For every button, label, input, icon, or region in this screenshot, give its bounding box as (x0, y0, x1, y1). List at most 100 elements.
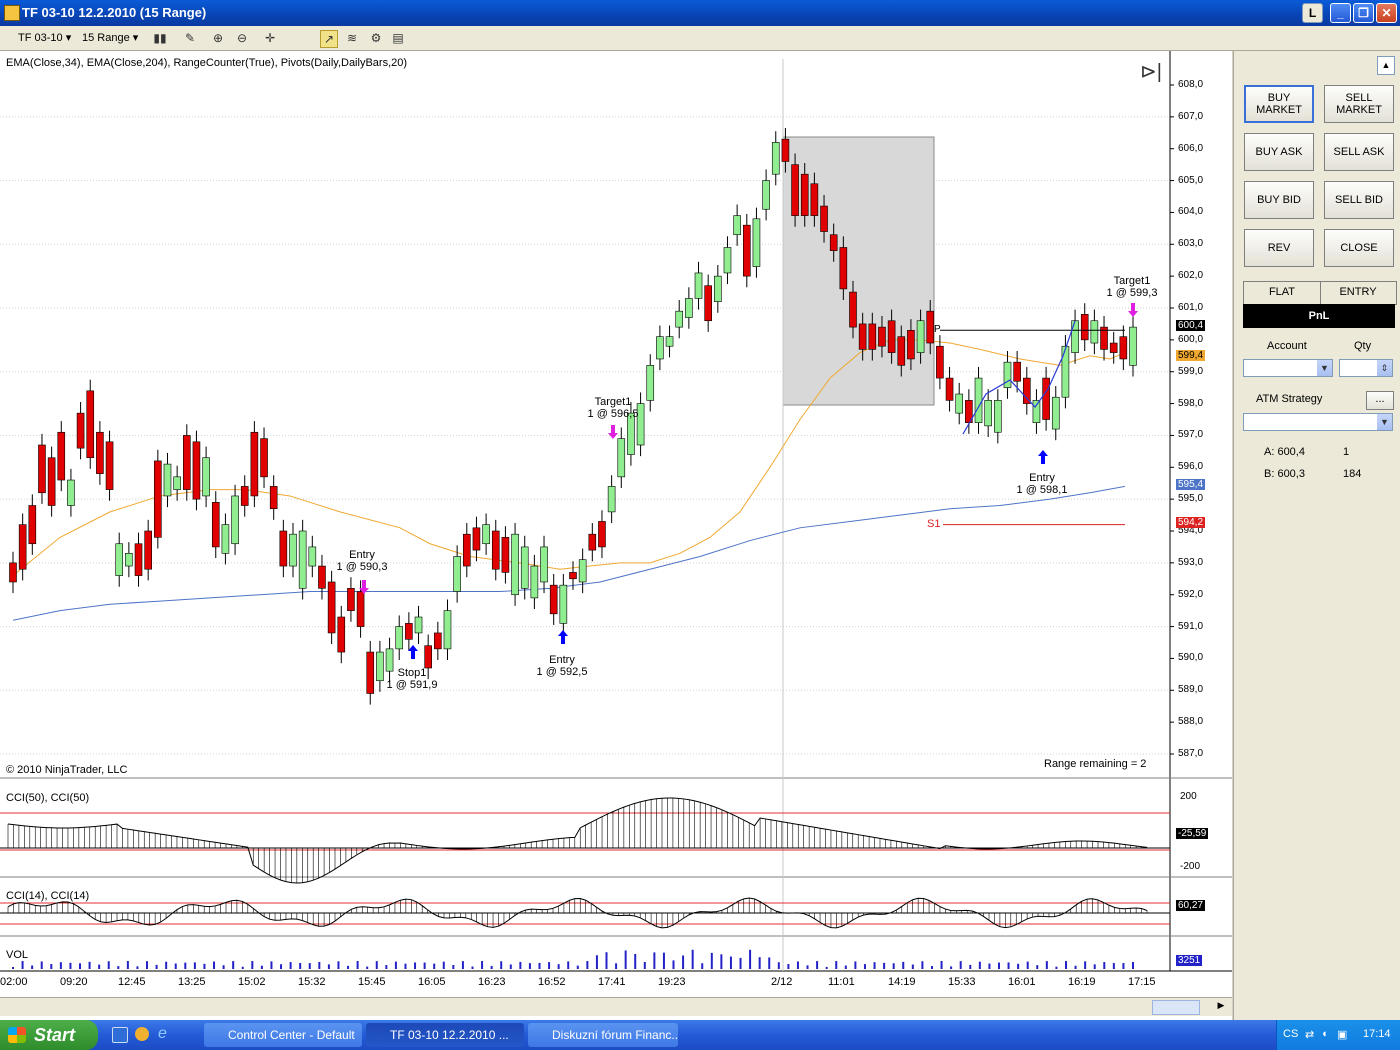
browser-icon[interactable] (135, 1027, 149, 1041)
properties-icon[interactable]: ⚙ (368, 30, 384, 46)
scroll-right-icon[interactable]: ▶ (1214, 1000, 1228, 1013)
chevron-down-icon: ▼ (1317, 360, 1332, 376)
candle (308, 546, 317, 567)
candle (472, 527, 481, 551)
time-label: 12:45 (118, 976, 146, 988)
sell-market-button[interactable]: SELL MARKET (1324, 85, 1394, 123)
buy-ask-button[interactable]: BUY ASK (1244, 133, 1314, 171)
close-icon[interactable]: ✕ (1376, 3, 1397, 23)
network-icon[interactable]: ⇄ (1305, 1028, 1314, 1041)
chart-area[interactable]: EMA(Close,34), EMA(Close,204), RangeCoun… (0, 51, 1232, 1020)
candle (376, 651, 384, 682)
range-remaining: Range remaining = 2 (1044, 758, 1147, 770)
start-button[interactable]: Start (0, 1020, 98, 1050)
candle (347, 588, 355, 611)
buy-bid-button[interactable]: BUY BID (1244, 181, 1314, 219)
pivot-s1-label: S1 (927, 518, 941, 530)
candle (945, 377, 954, 401)
buy-market-button[interactable]: BUY MARKET (1244, 85, 1314, 123)
price-label: 600,0 (1178, 333, 1204, 345)
price-label: 593,0 (1178, 556, 1204, 568)
candle (1051, 396, 1060, 430)
data-box-icon[interactable]: ▤ (390, 30, 406, 46)
candle (327, 581, 336, 634)
panel-collapse-icon[interactable]: ▲ (1377, 56, 1395, 75)
cci1-tick-200: 200 (1180, 791, 1197, 802)
candle (955, 393, 964, 414)
minimize-icon[interactable]: _ (1330, 3, 1351, 23)
atm-options-button[interactable]: ... (1366, 391, 1394, 410)
restore-icon[interactable]: ❐ (1353, 3, 1374, 23)
candle (240, 486, 249, 506)
app-tray-icon[interactable]: ▣ (1337, 1028, 1347, 1041)
candle (665, 336, 674, 347)
chart-style-icon[interactable]: ▮▮ (152, 30, 168, 46)
atm-strategy-select[interactable]: ▼ (1243, 413, 1393, 431)
candle (192, 441, 201, 500)
candle (453, 556, 461, 592)
candle (96, 431, 104, 474)
indicators-label: EMA(Close,34), EMA(Close,204), RangeCoun… (6, 57, 408, 69)
candle (714, 275, 722, 302)
sell-bid-button[interactable]: SELL BID (1324, 181, 1394, 219)
crosshair-icon[interactable]: ✛ (262, 30, 278, 46)
price-chart[interactable] (0, 51, 1232, 1020)
task-forum[interactable]: Diskuzní fórum Financ... (528, 1023, 678, 1047)
drawing-tool-icon[interactable]: ✎ (182, 30, 198, 46)
sell-ask-button[interactable]: SELL ASK (1324, 133, 1394, 171)
candle (549, 584, 558, 615)
qty-stepper[interactable]: ⇕ (1339, 359, 1393, 377)
candle (984, 400, 992, 427)
link-button[interactable]: L (1302, 3, 1323, 23)
horizontal-scrollbar[interactable]: ▶ (0, 997, 1232, 1016)
language-indicator[interactable]: CS (1283, 1028, 1298, 1040)
rev-button[interactable]: REV (1244, 229, 1314, 267)
candle (1080, 314, 1089, 341)
close-position-button[interactable]: CLOSE (1324, 229, 1394, 267)
time-label: 16:52 (538, 976, 566, 988)
candle (405, 623, 413, 640)
strategy-icon[interactable]: ↗ (320, 30, 338, 48)
candle (76, 412, 85, 449)
zoom-out-icon[interactable]: ⊖ (234, 30, 250, 46)
candle (231, 495, 239, 545)
pivot-p-label: P (934, 324, 941, 335)
candle (607, 486, 616, 513)
volume-icon[interactable]: ◖ (1321, 1028, 1328, 1040)
candle (221, 524, 230, 554)
instrument-selector[interactable]: TF 03-10 ▾ (18, 30, 71, 46)
indicator-icon[interactable]: ≋ (344, 30, 360, 46)
candle (936, 345, 944, 379)
candle (279, 530, 288, 567)
candle (105, 441, 114, 490)
ie-icon[interactable]: e (158, 1025, 167, 1043)
candle (907, 329, 915, 360)
entry1-annotation: Entry 1 @ 590,3 (336, 549, 388, 573)
flat-label: FLAT (1268, 286, 1296, 298)
period-selector[interactable]: 15 Range ▾ (82, 30, 138, 46)
candle (685, 298, 693, 318)
vol-label: VOL (6, 949, 29, 961)
scroll-end-icon[interactable]: ⊳| (1140, 59, 1162, 84)
bid-size: 184 (1343, 468, 1362, 480)
candle (424, 645, 432, 669)
scrollbar-thumb[interactable] (1152, 1000, 1200, 1015)
candle (289, 533, 297, 567)
entry3-annotation: Entry 1 @ 598,1 (1016, 472, 1068, 496)
order-entry-panel: ▲ BUY MARKET SELL MARKET BUY ASK SELL ASK … (1233, 51, 1400, 1020)
vol-value-tag: 3251 (1176, 955, 1203, 966)
window-titlebar[interactable]: TF 03-10 12.2.2010 (15 Range) L _ ❐ ✕ (0, 0, 1400, 26)
task-control-center[interactable]: Control Center - Default (204, 1023, 362, 1047)
ema34-price-tag: 599,4 (1176, 350, 1206, 361)
candle (1129, 326, 1137, 366)
ask-size: 1 (1343, 446, 1350, 458)
zoom-in-icon[interactable]: ⊕ (210, 30, 226, 46)
candle (1109, 342, 1118, 353)
candle (260, 438, 268, 478)
task-chart[interactable]: TF 03-10 12.2.2010 ... (366, 1023, 524, 1047)
candle (47, 457, 56, 506)
account-select[interactable]: ▼ (1243, 359, 1333, 377)
candle (125, 552, 133, 567)
candle (694, 272, 703, 299)
desktop-icon[interactable] (112, 1027, 128, 1043)
